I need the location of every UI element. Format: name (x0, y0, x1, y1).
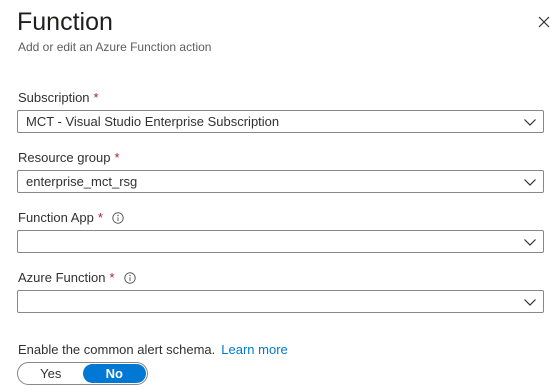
subscription-label: Subscription * (18, 90, 99, 105)
chevron-down-icon (523, 235, 537, 249)
azure-function-label: Azure Function * (18, 270, 136, 286)
alert-schema-toggle[interactable]: Yes No (17, 362, 148, 385)
required-mark: * (97, 210, 103, 225)
function-app-label: Function App * (18, 210, 124, 226)
panel-title: Function (17, 8, 113, 36)
required-mark: * (93, 90, 99, 105)
alert-schema-label: Enable the common alert schema. (18, 342, 216, 357)
learn-more-link[interactable]: Learn more (221, 342, 287, 357)
alert-schema-row: Enable the common alert schema. Learn mor… (18, 342, 288, 358)
subscription-value: MCT - Visual Studio Enterprise Subscript… (26, 114, 280, 129)
toggle-option-no[interactable]: No (82, 364, 146, 383)
required-mark: * (114, 150, 120, 165)
resource-group-label: Resource group * (18, 150, 120, 165)
info-icon[interactable] (112, 212, 124, 224)
resource-group-dropdown[interactable]: enterprise_mct_rsg (17, 170, 544, 193)
required-mark: * (109, 270, 115, 285)
chevron-down-icon (523, 115, 537, 129)
function-app-dropdown[interactable] (17, 230, 544, 253)
chevron-down-icon (523, 175, 537, 189)
panel-subtitle: Add or edit an Azure Function action (18, 40, 212, 54)
subscription-dropdown[interactable]: MCT - Visual Studio Enterprise Subscript… (17, 110, 544, 133)
azure-function-dropdown[interactable] (17, 290, 544, 313)
close-icon[interactable] (536, 14, 552, 30)
info-icon[interactable] (123, 272, 136, 284)
resource-group-value: enterprise_mct_rsg (26, 174, 138, 189)
chevron-down-icon (523, 295, 537, 309)
toggle-option-yes[interactable]: Yes (19, 364, 83, 383)
